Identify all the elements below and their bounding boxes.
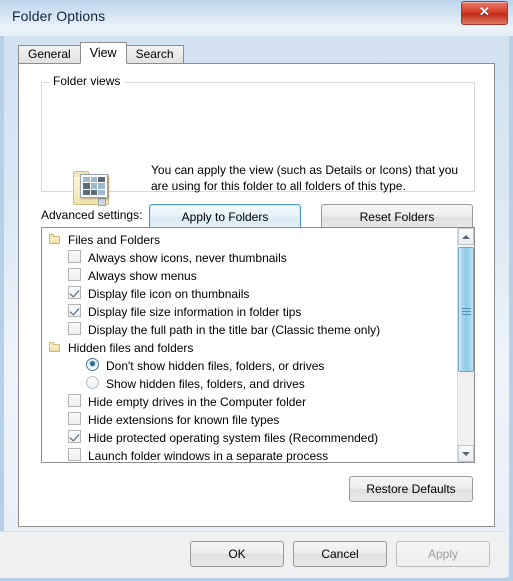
ok-button[interactable]: OK	[190, 541, 284, 567]
tab-strip: General View Search	[18, 42, 184, 64]
settings-row-label: Always show menus	[88, 268, 197, 283]
advanced-settings-scrollbar[interactable]	[457, 228, 474, 462]
settings-radio-row[interactable]: Show hidden files, folders, and drives	[42, 374, 456, 392]
dialog-footer: OK Cancel Apply	[0, 531, 505, 578]
advanced-settings-list[interactable]: Files and Folders Always show icons, neve…	[41, 227, 475, 463]
settings-checkbox-row[interactable]: Launch folder windows in a separate proc…	[42, 446, 456, 463]
folder-views-legend: Folder views	[49, 74, 125, 88]
restore-defaults-button[interactable]: Restore Defaults	[349, 476, 473, 502]
scrollbar-thumb[interactable]	[458, 247, 474, 372]
settings-group-header: Files and Folders	[42, 230, 456, 248]
tab-general[interactable]: General	[18, 45, 81, 64]
folder-icon	[49, 234, 61, 245]
title-bar[interactable]: Folder Options ✕	[0, 0, 513, 36]
settings-checkbox-row[interactable]: Hide extensions for known file types	[42, 410, 456, 428]
settings-group-header: Hidden files and folders	[42, 338, 456, 356]
folder-views-description: You can apply the view (such as Details …	[151, 163, 459, 193]
folder-options-dialog: Folder Options ✕ General View Search Fol…	[0, 0, 513, 581]
checkbox-unchecked-icon[interactable]	[68, 268, 81, 281]
radio-selected-icon[interactable]	[86, 358, 99, 371]
scrollbar-grip-icon	[462, 306, 471, 315]
settings-checkbox-row[interactable]: Display the full path in the title bar (…	[42, 320, 456, 338]
advanced-settings-label: Advanced settings:	[41, 208, 143, 222]
settings-row-label: Show hidden files, folders, and drives	[106, 376, 305, 391]
close-button[interactable]: ✕	[461, 1, 508, 25]
settings-row-label: Launch folder windows in a separate proc…	[88, 448, 329, 463]
settings-checkbox-row[interactable]: Hide protected operating system files (R…	[42, 428, 456, 446]
checkbox-unchecked-icon[interactable]	[68, 394, 81, 407]
settings-row-label: Display file icon on thumbnails	[88, 286, 250, 301]
tab-search[interactable]: Search	[125, 45, 184, 64]
settings-checkbox-row[interactable]: Always show menus	[42, 266, 456, 284]
settings-row-label: Hide protected operating system files (R…	[88, 430, 379, 445]
settings-row-label: Hide extensions for known file types	[88, 412, 280, 427]
scroll-down-arrow-icon[interactable]	[458, 445, 474, 462]
radio-unselected-icon[interactable]	[86, 376, 99, 389]
close-icon: ✕	[479, 4, 490, 19]
settings-row-label: Files and Folders	[68, 232, 161, 247]
checkbox-checked-icon[interactable]	[68, 304, 81, 317]
scroll-up-arrow-icon[interactable]	[458, 228, 474, 245]
settings-row-label: Display file size information in folder …	[88, 304, 302, 319]
checkbox-unchecked-icon[interactable]	[68, 412, 81, 425]
settings-checkbox-row[interactable]: Display file icon on thumbnails	[42, 284, 456, 302]
view-tab-panel: Folder views You can apply the view (suc…	[18, 63, 495, 527]
settings-checkbox-row[interactable]: Always show icons, never thumbnails	[42, 248, 456, 266]
settings-row-label: Always show icons, never thumbnails	[88, 250, 287, 265]
tab-view-label: View	[89, 46, 117, 60]
settings-radio-row[interactable]: Don't show hidden files, folders, or dri…	[42, 356, 456, 374]
checkbox-unchecked-icon[interactable]	[68, 322, 81, 335]
checkbox-unchecked-icon[interactable]	[68, 448, 81, 461]
icons-grid-icon	[80, 174, 108, 198]
settings-row-label: Hidden files and folders	[68, 340, 194, 355]
folder-icon	[49, 342, 61, 353]
advanced-settings-rows: Files and Folders Always show icons, neve…	[42, 228, 456, 463]
settings-checkbox-row[interactable]: Hide empty drives in the Computer folder	[42, 392, 456, 410]
folder-icon-tail	[98, 198, 106, 206]
checkbox-unchecked-icon[interactable]	[68, 250, 81, 263]
settings-checkbox-row[interactable]: Display file size information in folder …	[42, 302, 456, 320]
apply-button: Apply	[396, 541, 490, 567]
settings-row-label: Hide empty drives in the Computer folder	[88, 394, 307, 409]
checkbox-checked-icon[interactable]	[68, 286, 81, 299]
settings-row-label: Display the full path in the title bar (…	[88, 322, 381, 337]
tab-general-label: General	[28, 47, 71, 61]
tab-search-label: Search	[135, 47, 174, 61]
folder-view-icon	[71, 167, 115, 211]
cancel-button[interactable]: Cancel	[293, 541, 387, 567]
checkbox-checked-icon[interactable]	[68, 430, 81, 443]
settings-row-label: Don't show hidden files, folders, or dri…	[106, 358, 325, 373]
window-title: Folder Options	[12, 8, 106, 24]
tab-view[interactable]: View	[79, 42, 127, 64]
